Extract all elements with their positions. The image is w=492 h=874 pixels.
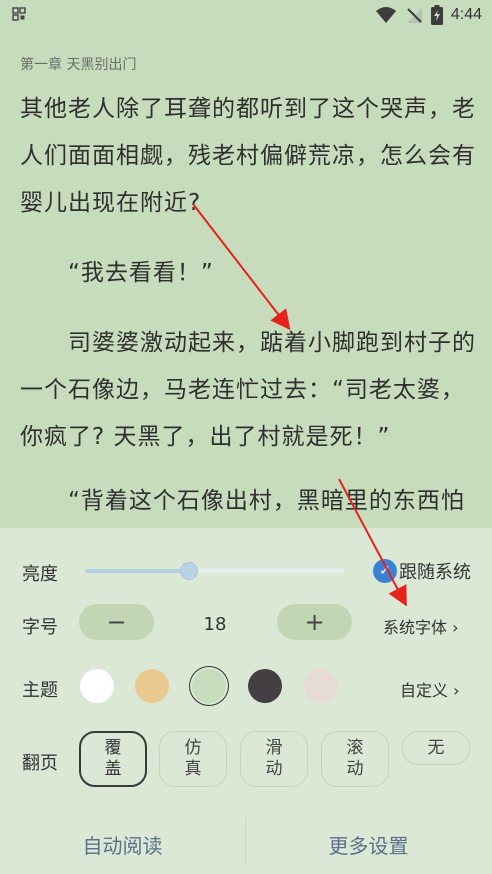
chapter-title: 第一章 天黑别出门 — [20, 57, 137, 73]
theme-color-option[interactable] — [135, 669, 169, 703]
system-font-link[interactable]: 系统字体 › — [383, 614, 459, 638]
auto-read-button[interactable]: 自动阅读 — [0, 814, 245, 874]
paragraph: 司婆婆激动起来，踮着小脚跑到村子的一个石像边，马老连忙过去：“司老太婆，你疯了?… — [20, 330, 476, 450]
paragraph: “我去看看！” — [68, 260, 214, 286]
brightness-label: 亮度 — [22, 564, 58, 585]
page-turn-option-label: 仿真 — [184, 738, 202, 779]
page-turn-option-label: 滚动 — [346, 738, 364, 779]
page-turn-option-label: 滑动 — [265, 738, 283, 779]
brightness-slider[interactable] — [85, 562, 345, 580]
paragraph: 其他老人除了耳聋的都听到了这个哭声，老人们面面相觑，残老村偏僻荒凉，怎么会有婴儿… — [20, 96, 476, 216]
page-turn-option[interactable]: 滚动 — [321, 731, 389, 787]
font-size-value: 18 — [203, 614, 227, 635]
theme-color-option[interactable] — [304, 669, 338, 703]
check-icon: ✓ — [373, 559, 397, 583]
theme-color-option[interactable] — [80, 669, 114, 703]
paragraph: “背着这个石像出村，黑暗里的东西怕 — [68, 488, 465, 514]
status-bar: 4:44 — [0, 0, 492, 30]
custom-theme-label: 自定义 › — [400, 681, 460, 700]
theme-color-option[interactable] — [248, 669, 282, 703]
no-signal-icon — [406, 8, 422, 23]
page-turn-option[interactable]: 仿真 — [159, 731, 227, 787]
page-turn-label: 翻页 — [22, 753, 58, 774]
system-font-label: 系统字体 › — [383, 618, 459, 637]
qr-grid-icon — [12, 7, 26, 21]
follow-system-label: 跟随系统 — [399, 562, 471, 583]
page-turn-option[interactable]: 无 — [402, 731, 470, 765]
font-size-label: 字号 — [22, 617, 58, 638]
follow-system-toggle[interactable]: ✓ 跟随系统 — [373, 558, 471, 584]
theme-label: 主题 — [22, 680, 58, 701]
font-decrease-button[interactable]: − — [79, 604, 154, 640]
brightness-fill — [85, 569, 189, 573]
page-turn-option-label: 无 — [427, 737, 445, 758]
battery-charging-icon — [430, 5, 443, 25]
custom-theme-link[interactable]: 自定义 › — [400, 677, 460, 701]
theme-color-option[interactable] — [192, 669, 226, 703]
status-time: 4:44 — [450, 6, 482, 23]
more-settings-button[interactable]: 更多设置 — [246, 814, 491, 874]
brightness-thumb[interactable] — [180, 562, 198, 580]
bottom-bar: 自动阅读 更多设置 — [0, 814, 492, 874]
page-turn-option[interactable]: 滑动 — [240, 731, 308, 787]
font-increase-button[interactable]: + — [277, 604, 352, 640]
page-turn-option[interactable]: 覆盖 — [79, 731, 147, 787]
page-turn-option-label: 覆盖 — [104, 738, 122, 779]
reader-page[interactable]: 第一章 天黑别出门 其他老人除了耳聋的都听到了这个哭声，老人们面面相觑，残老村偏… — [0, 30, 492, 528]
wifi-icon — [375, 7, 396, 23]
reading-settings-panel: 亮度 ✓ 跟随系统 字号 − 18 + 系统字体 › 主题 自定义 › 翻页 覆… — [0, 528, 492, 874]
